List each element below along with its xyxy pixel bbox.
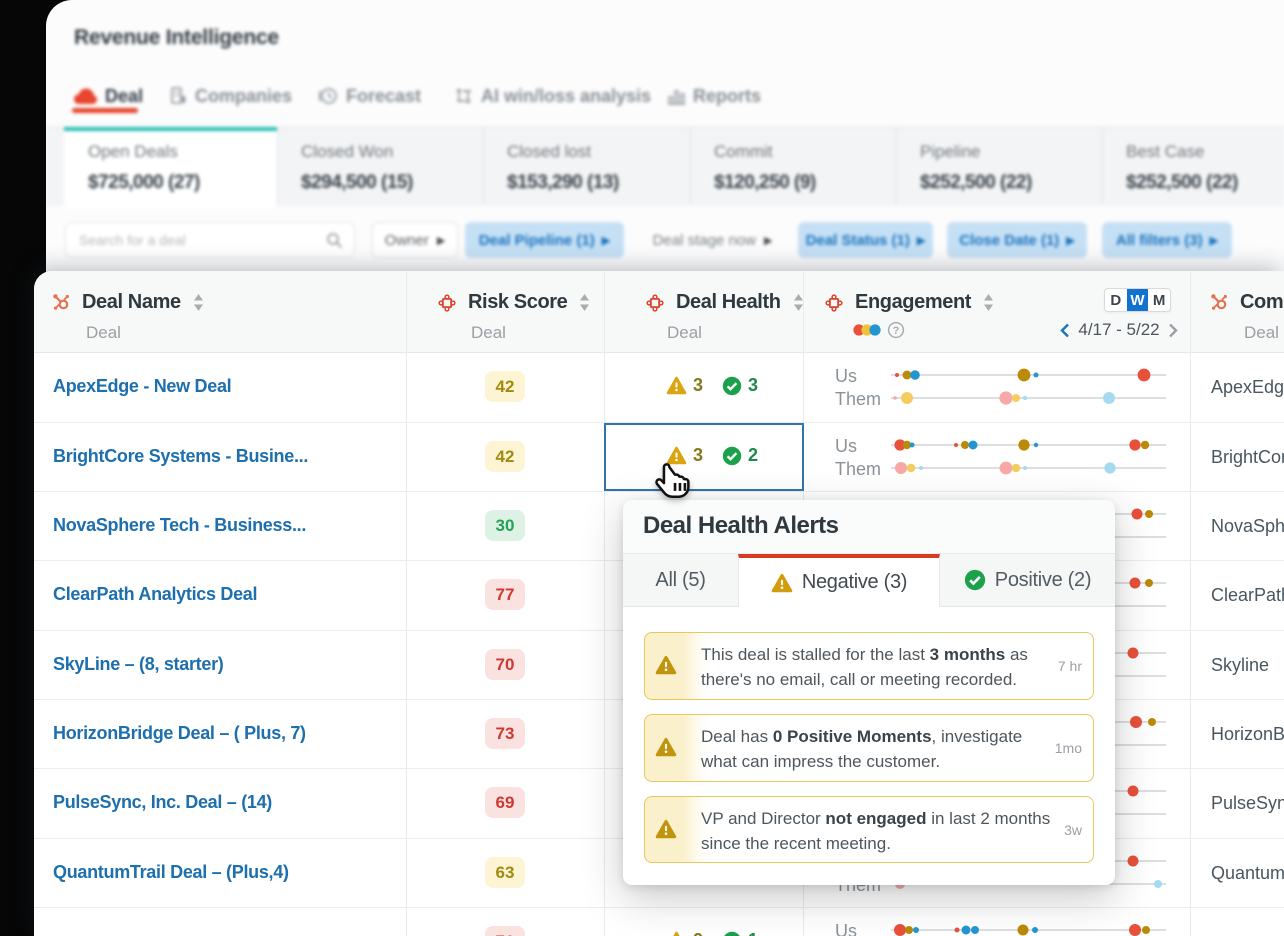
svg-text:?: ? [893, 325, 900, 337]
